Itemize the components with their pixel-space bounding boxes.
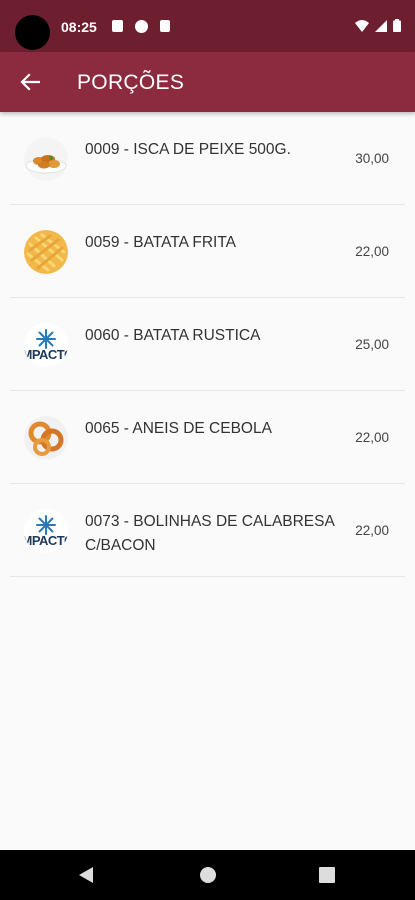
- item-name: 0009 - ISCA DE PEIXE 500G.: [85, 141, 291, 158]
- item-name: 0059 - BATATA FRITA: [85, 234, 237, 251]
- french-fries-thumbnail: [24, 230, 68, 274]
- list-item[interactable]: 0059 - BATATA FRITA 22,00: [10, 205, 405, 298]
- starburst-icon: [36, 328, 56, 349]
- product-list: 0009 - ISCA DE PEIXE 500G. 30,00 0059 -: [0, 112, 415, 577]
- impacto-logo: IMPACTO: [24, 323, 68, 367]
- item-price: 22,00: [355, 523, 389, 538]
- item-name: 0065 - ANEIS DE CEBOLA: [85, 420, 272, 437]
- impacto-logo: IMPACTO: [24, 509, 68, 553]
- nav-back-button[interactable]: [79, 867, 93, 883]
- fried-fish-thumbnail: [24, 137, 68, 181]
- starburst-icon: [36, 514, 56, 535]
- nav-home-button[interactable]: [200, 867, 216, 883]
- system-icons: [355, 19, 401, 32]
- item-price: 30,00: [355, 151, 389, 166]
- onion-rings-thumbnail: [24, 416, 68, 460]
- system-navigation-bar: [0, 850, 415, 900]
- status-bar: 08:25: [0, 0, 415, 52]
- logo-text: IMPACTO: [24, 532, 68, 548]
- arrow-back-icon: [20, 73, 40, 91]
- item-name: 0060 - BATATA RUSTICA: [85, 327, 261, 344]
- back-button[interactable]: [12, 66, 48, 98]
- notification-icon: [135, 20, 148, 33]
- list-item[interactable]: IMPACTO 0060 - BATATA RUSTICA 25,00: [10, 298, 405, 391]
- app-bar: PORÇÕES: [0, 52, 415, 112]
- item-name: 0073 - BOLINHAS DE CALABRESA C/BACON: [85, 513, 334, 554]
- list-item[interactable]: 0065 - ANEIS DE CEBOLA 22,00: [10, 391, 405, 484]
- camera-cutout: [15, 15, 50, 50]
- item-price: 22,00: [355, 430, 389, 445]
- status-time: 08:25: [61, 19, 97, 35]
- signal-icon: [375, 19, 387, 32]
- logo-text: IMPACTO: [24, 346, 68, 362]
- item-price: 22,00: [355, 244, 389, 259]
- nav-recents-button[interactable]: [319, 867, 335, 883]
- list-item[interactable]: IMPACTO 0073 - BOLINHAS DE CALABRESA C/B…: [10, 484, 405, 577]
- notification-icon: [112, 20, 123, 32]
- battery-icon: [393, 19, 401, 32]
- wifi-icon: [355, 19, 369, 32]
- list-item[interactable]: 0009 - ISCA DE PEIXE 500G. 30,00: [10, 112, 405, 205]
- notification-icon: [160, 20, 170, 32]
- item-price: 25,00: [355, 337, 389, 352]
- page-title: PORÇÕES: [77, 71, 185, 94]
